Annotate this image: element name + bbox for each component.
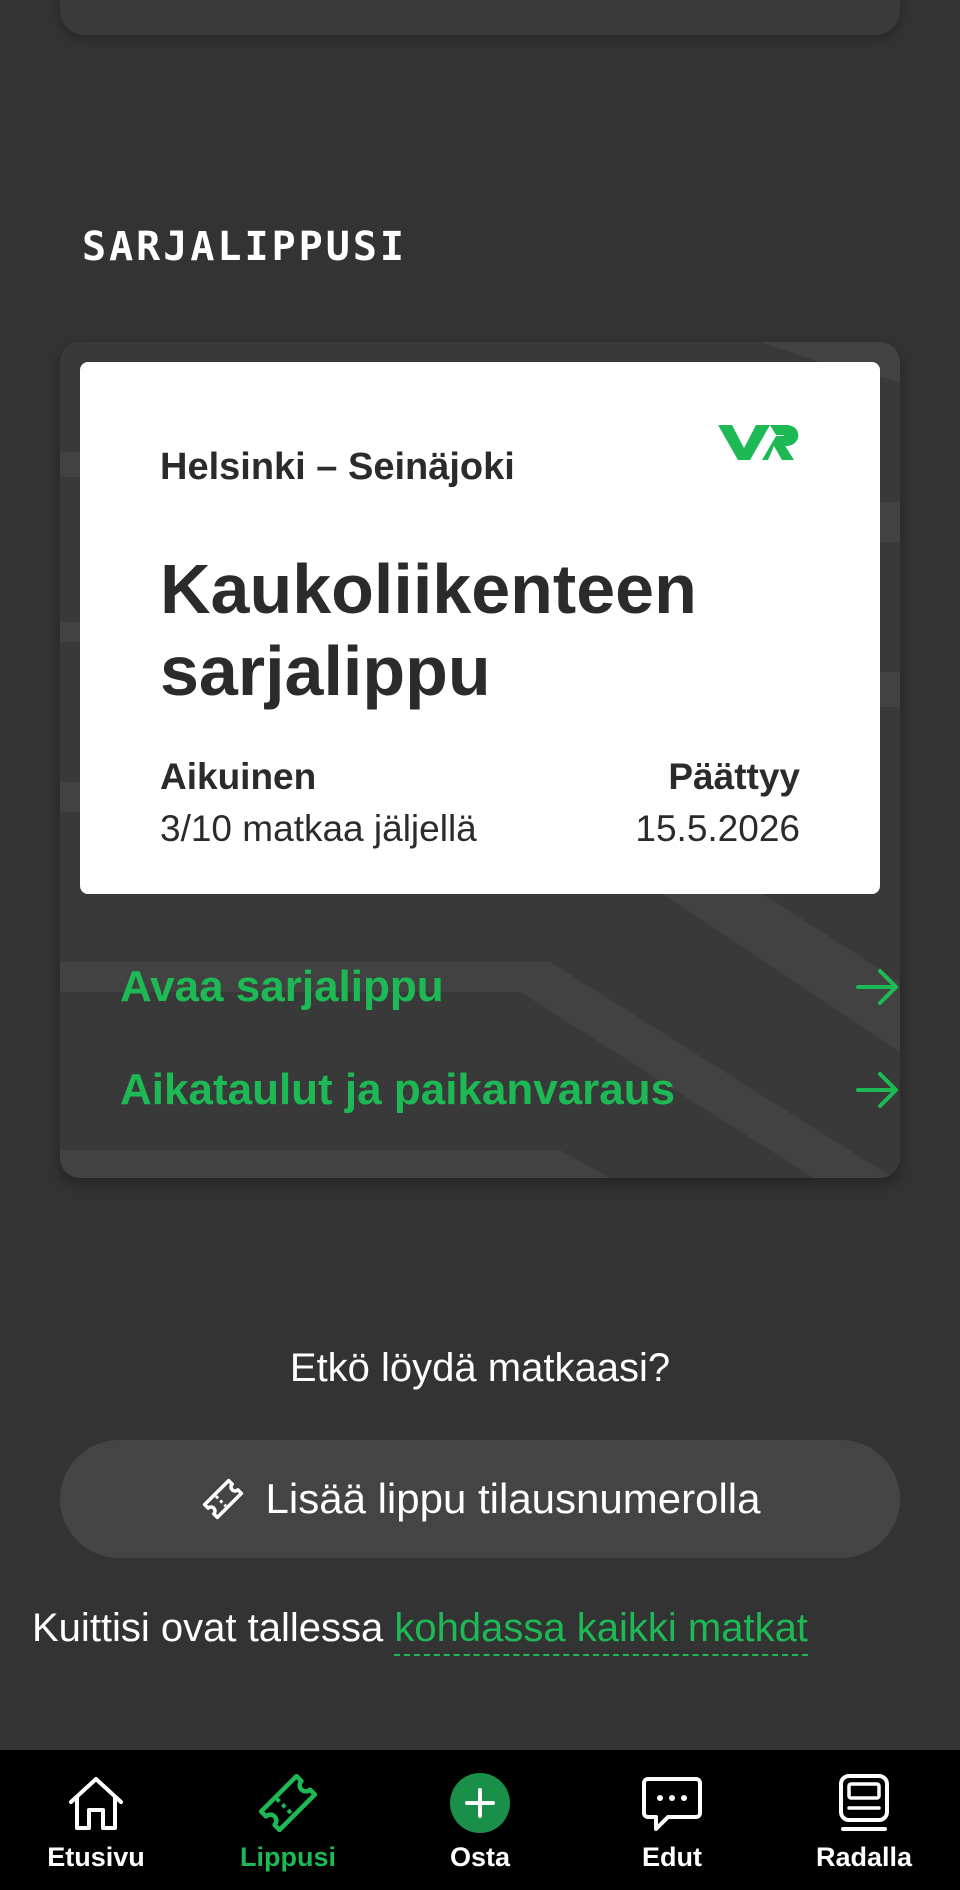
nav-label-on-track: Radalla <box>815 1842 913 1872</box>
ticket-icon <box>258 1773 318 1833</box>
nav-label-tickets: Lippusi <box>240 1842 336 1872</box>
nav-label-benefits: Edut <box>642 1842 702 1872</box>
add-ticket-button[interactable]: Lisää lippu tilausnumerolla <box>60 1440 900 1558</box>
receipts-info: Kuittisi ovat tallessa kohdassa kaikki m… <box>32 1606 808 1656</box>
section-title: SARJALIPPUSI <box>82 224 407 270</box>
ticket-name-line2: sarjalippu <box>160 632 491 710</box>
open-series-ticket-link[interactable]: Avaa sarjalippu <box>120 952 900 1022</box>
ticket-name-line1: Kaukoliikenteen <box>160 550 697 628</box>
nav-item-tickets[interactable]: Lippusi <box>192 1750 384 1890</box>
arrow-right-icon <box>856 969 898 1005</box>
series-ticket-card: Helsinki – Seinäjoki Kaukoliikenteen sar… <box>60 342 900 1178</box>
nav-label-home: Etusivu <box>47 1842 145 1872</box>
nav-item-on-track[interactable]: Radalla <box>768 1750 960 1890</box>
receipts-text: Kuittisi ovat tallessa <box>32 1606 384 1650</box>
nav-item-benefits[interactable]: Edut <box>576 1750 768 1890</box>
ticket[interactable]: Helsinki – Seinäjoki Kaukoliikenteen sar… <box>80 362 880 894</box>
nav-item-home[interactable]: Etusivu <box>0 1750 192 1890</box>
timetables-link[interactable]: Aikataulut ja paikanvaraus <box>120 1055 900 1125</box>
expires-date: 15.5.2026 <box>635 808 800 849</box>
timetables-label: Aikataulut ja paikanvaraus <box>120 1065 676 1114</box>
expires-label: Päättyy <box>668 756 800 797</box>
all-trips-link[interactable]: kohdassa kaikki matkat <box>394 1606 808 1656</box>
home-icon <box>69 1777 123 1830</box>
ticket-name: Kaukoliikenteen sarjalippu <box>160 548 780 712</box>
arrow-right-icon <box>856 1072 898 1108</box>
add-ticket-label: Lisää lippu tilausnumerolla <box>265 1475 761 1522</box>
passenger-type: Aikuinen <box>160 756 317 797</box>
trips-left: 3/10 matkaa jäljellä <box>160 808 477 849</box>
not-found-text: Etkö löydä matkaasi? <box>289 1346 671 1390</box>
nav-item-buy[interactable]: Osta <box>384 1750 576 1890</box>
chat-icon <box>642 1777 702 1831</box>
plus-icon <box>450 1773 510 1833</box>
previous-card <box>60 0 900 35</box>
open-series-ticket-label: Avaa sarjalippu <box>120 962 444 1011</box>
vr-logo <box>718 425 799 460</box>
ticket-icon <box>202 1478 243 1520</box>
nav-label-buy: Osta <box>449 1842 511 1872</box>
train-icon <box>839 1774 889 1831</box>
ticket-route: Helsinki – Seinäjoki <box>160 446 515 488</box>
bottom-navigation: Etusivu Lippusi Osta Edut Radalla <box>0 1750 960 1890</box>
